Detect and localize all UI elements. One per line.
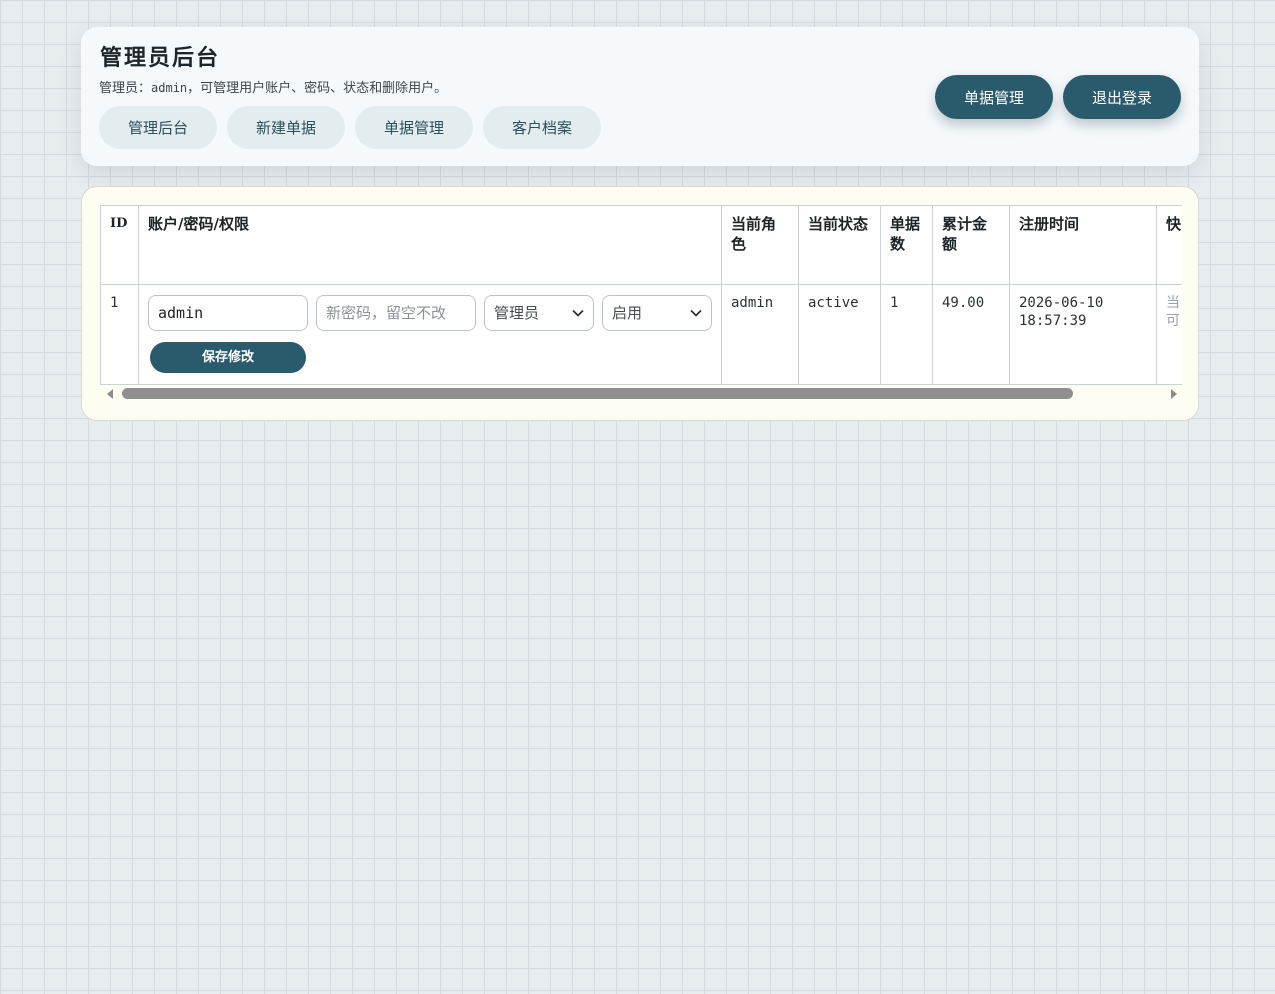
users-table: ID 账户/密码/权限 当前角色 当前状态 单据数 累计金额 注册时间 快 1 … xyxy=(100,205,1182,385)
horizontal-scrollbar[interactable] xyxy=(100,385,1182,402)
scrollbar-thumb[interactable] xyxy=(122,388,1073,399)
cell-account-editor: admin 新密码，留空不改 管理员 启用 保存修改 xyxy=(138,284,722,385)
column-header-bill-count: 单据数 xyxy=(880,205,933,285)
column-header-current-status: 当前状态 xyxy=(798,205,881,285)
admin-header: 管理员后台 管理员：admin，可管理用户账户、密码、状态和删除用户。 管理后台… xyxy=(81,27,1199,166)
status-select[interactable]: 启用 xyxy=(602,295,712,331)
nav-customer-records[interactable]: 客户档案 xyxy=(483,106,601,149)
scroll-left-arrow-icon[interactable] xyxy=(107,389,113,399)
header-actions: 单据管理 退出登录 xyxy=(935,75,1181,119)
page-title: 管理员后台 xyxy=(100,45,221,71)
table-row: 1 admin 新密码，留空不改 管理员 启用 保存修改 admin activ… xyxy=(100,284,1182,385)
cell-quick: 当 可 xyxy=(1156,284,1182,385)
column-header-registered-at: 注册时间 xyxy=(1009,205,1157,285)
role-select-value: 管理员 xyxy=(494,304,540,322)
new-password-input[interactable]: 新密码，留空不改 xyxy=(316,295,476,331)
users-table-card: ID 账户/密码/权限 当前角色 当前状态 单据数 累计金额 注册时间 快 1 … xyxy=(81,186,1199,421)
column-header-account: 账户/密码/权限 xyxy=(138,205,722,285)
cell-registered-at: 2026-06-10 18:57:39 xyxy=(1009,284,1157,385)
registered-time: 18:57:39 xyxy=(1019,313,1087,329)
quick-text-line1: 当 xyxy=(1166,295,1180,311)
cell-total-amount: 49.00 xyxy=(932,284,1010,385)
registered-date: 2026-06-10 xyxy=(1019,295,1104,311)
cell-current-status: active xyxy=(798,284,881,385)
top-nav: 管理后台 新建单据 单据管理 客户档案 xyxy=(99,106,601,149)
nav-new-bill[interactable]: 新建单据 xyxy=(227,106,345,149)
table-header-row: ID 账户/密码/权限 当前角色 当前状态 单据数 累计金额 注册时间 快 xyxy=(100,205,1182,285)
subtitle-username: admin xyxy=(151,81,188,95)
save-changes-button[interactable]: 保存修改 xyxy=(150,342,306,373)
column-header-total-amount: 累计金额 xyxy=(932,205,1010,285)
chevron-down-icon xyxy=(690,304,702,322)
status-select-value: 启用 xyxy=(612,304,643,322)
account-editor-fields: admin 新密码，留空不改 管理员 启用 xyxy=(148,295,712,331)
bill-management-button[interactable]: 单据管理 xyxy=(935,75,1053,119)
chevron-down-icon xyxy=(572,304,584,322)
scroll-right-arrow-icon[interactable] xyxy=(1171,389,1177,399)
page-subtitle: 管理员：admin，可管理用户账户、密码、状态和删除用户。 xyxy=(99,77,447,96)
nav-bill-management[interactable]: 单据管理 xyxy=(355,106,473,149)
quick-text-line2: 可 xyxy=(1166,313,1180,329)
role-select[interactable]: 管理员 xyxy=(484,295,594,331)
username-input[interactable]: admin xyxy=(148,295,308,331)
column-header-current-role: 当前角色 xyxy=(721,205,799,285)
column-header-id: ID xyxy=(100,205,139,285)
users-table-scroll-area: ID 账户/密码/权限 当前角色 当前状态 单据数 累计金额 注册时间 快 1 … xyxy=(100,205,1182,385)
subtitle-prefix: 管理员： xyxy=(99,81,152,96)
cell-current-role: admin xyxy=(721,284,799,385)
nav-admin-dashboard[interactable]: 管理后台 xyxy=(99,106,217,149)
subtitle-description: ，可管理用户账户、密码、状态和删除用户。 xyxy=(187,81,448,96)
column-header-quick: 快 xyxy=(1156,205,1182,285)
cell-id: 1 xyxy=(100,284,139,385)
cell-bill-count: 1 xyxy=(880,284,933,385)
logout-button[interactable]: 退出登录 xyxy=(1063,75,1181,119)
